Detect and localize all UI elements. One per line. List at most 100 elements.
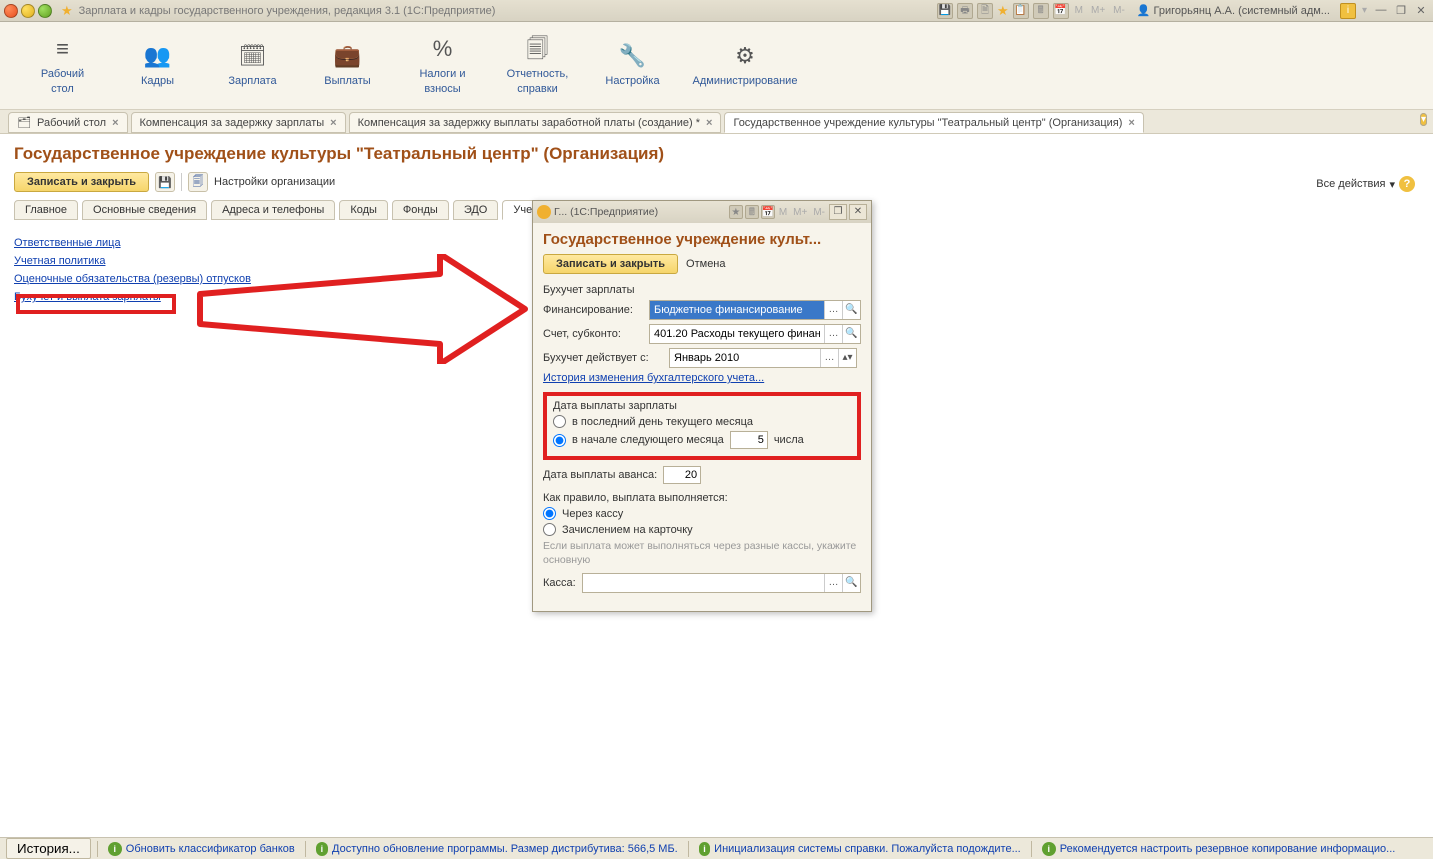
history-link[interactable]: История изменения бухгалтерского учета..… [543, 372, 764, 384]
status-message-1[interactable]: i Обновить классификатор банков [104, 842, 299, 856]
tab-organization[interactable]: Государственное учреждение культуры "Теа… [724, 112, 1143, 133]
account-input[interactable] [650, 325, 824, 343]
menu-icon: ≡ [56, 35, 69, 59]
search-icon[interactable]: 🔍 [842, 574, 860, 592]
subtab-codes[interactable]: Коды [339, 200, 388, 220]
cash-note: Если выплата может выполняться через раз… [543, 540, 861, 567]
section-pay-date: Дата выплаты зарплаты [553, 400, 851, 412]
tab-compensation-2[interactable]: Компенсация за задержку выплаты заработн… [349, 112, 722, 133]
dialog-save-close-button[interactable]: Записать и закрыть [543, 254, 678, 274]
subtab-main[interactable]: Главное [14, 200, 78, 220]
save-close-button[interactable]: Записать и закрыть [14, 172, 149, 192]
close-icon[interactable]: × [330, 117, 336, 129]
dialog-restore-button[interactable]: ❐ [829, 204, 847, 220]
ellipsis-icon[interactable]: … [824, 301, 842, 319]
financing-field[interactable]: … 🔍 [649, 300, 861, 320]
dialog-titlebar: Г... (1С:Предприятие) ★ 🖩 📅 M M+ M- ❐ ✕ [533, 201, 871, 223]
close-icon[interactable]: × [706, 117, 712, 129]
dropdown-icon[interactable]: ▾ [1360, 5, 1369, 16]
nav-desktop[interactable]: ≡Рабочий стол [15, 22, 110, 109]
tab-compensation-1[interactable]: Компенсация за задержку зарплаты × [131, 112, 346, 133]
people-icon: 👥 [144, 42, 171, 66]
ellipsis-icon[interactable]: … [820, 349, 838, 367]
search-icon[interactable]: 🔍 [842, 325, 860, 343]
main-nav: ≡Рабочий стол 👥Кадры 🗓Зарплата 💼Выплаты … [0, 22, 1433, 110]
nav-taxes[interactable]: %Налоги и взносы [395, 22, 490, 109]
favorite-icon[interactable]: ★ [997, 3, 1009, 19]
pay-day-input[interactable] [730, 431, 768, 449]
advance-day-input[interactable] [663, 466, 701, 484]
toolbar-doc-icon[interactable]: 🗎 [977, 3, 993, 19]
pages-icon: 🗐 [527, 35, 549, 59]
m-small: M [777, 207, 789, 218]
radio-last-day-input[interactable] [553, 415, 566, 428]
radio-card-input[interactable] [543, 523, 556, 536]
radio-via-cash[interactable]: Через кассу [543, 507, 861, 520]
dialog-cancel-button[interactable]: Отмена [686, 258, 725, 270]
radio-cash-input[interactable] [543, 507, 556, 520]
radio-last-day[interactable]: в последний день текущего месяца [553, 415, 851, 428]
window-minimize-button[interactable]: — [1373, 4, 1389, 18]
subtab-addresses[interactable]: Адреса и телефоны [211, 200, 335, 220]
search-icon[interactable]: 🔍 [842, 301, 860, 319]
close-icon[interactable]: × [1128, 117, 1134, 129]
tabs-overflow-icon[interactable]: ▾ [1420, 113, 1427, 127]
toolbar-calc-icon[interactable]: 🖩 [1033, 3, 1049, 19]
status-message-4[interactable]: i Рекомендуется настроить резервное копи… [1038, 842, 1427, 856]
financing-input[interactable] [650, 301, 824, 319]
star-icon[interactable]: ★ [61, 3, 73, 19]
kassa-field[interactable]: … 🔍 [582, 573, 861, 593]
help-icon[interactable]: ? [1399, 176, 1415, 192]
subtab-basic[interactable]: Основные сведения [82, 200, 207, 220]
window-close-button[interactable]: ✕ [1413, 4, 1429, 18]
radio-next-month[interactable]: в начале следующего месяца числа [553, 431, 851, 449]
ellipsis-icon[interactable]: … [824, 325, 842, 343]
org-settings-link[interactable]: Настройки организации [214, 176, 335, 188]
nav-payments[interactable]: 💼Выплаты [300, 22, 395, 109]
radio-next-month-input[interactable] [553, 434, 566, 447]
nav-reports[interactable]: 🗐Отчетность, справки [490, 22, 585, 109]
mplus-small: M+ [791, 207, 809, 218]
status-text: Инициализация системы справки. Пожалуйст… [714, 843, 1021, 855]
window-maximize-dot[interactable] [38, 4, 52, 18]
status-message-3[interactable]: i Инициализация системы справки. Пожалуй… [695, 842, 1025, 856]
toolbar-save-icon[interactable]: 💾 [937, 3, 953, 19]
radio-via-card[interactable]: Зачислением на карточку [543, 523, 861, 536]
user-name: Григорьянц А.А. (системный адм... [1154, 5, 1330, 17]
calendar-small-icon[interactable]: 📅 [761, 205, 775, 219]
all-actions-label: Все действия [1316, 178, 1385, 190]
kassa-input[interactable] [583, 574, 824, 592]
save-icon-button[interactable]: 💾 [155, 172, 175, 192]
status-message-2[interactable]: i Доступно обновление программы. Размер … [312, 842, 682, 856]
info-icon[interactable]: i [1340, 3, 1356, 19]
toolbar-clipboard-icon[interactable]: 📋 [1013, 3, 1029, 19]
app-title: Зарплата и кадры государственного учрежд… [79, 5, 496, 17]
dialog-close-button[interactable]: ✕ [849, 204, 867, 220]
close-icon[interactable]: × [112, 117, 118, 129]
window-restore-button[interactable]: ❐ [1393, 4, 1409, 18]
nav-label: Зарплата [228, 74, 276, 88]
nav-personnel[interactable]: 👥Кадры [110, 22, 205, 109]
all-actions-menu[interactable]: Все действия ▾ ? [1316, 176, 1415, 192]
tab-desktop[interactable]: 🗂 Рабочий стол × [8, 112, 128, 133]
subtab-funds[interactable]: Фонды [392, 200, 449, 220]
effective-input[interactable] [670, 349, 820, 367]
org-settings-icon[interactable]: 🗐 [188, 172, 208, 192]
user-label[interactable]: 👤 Григорьянц А.А. (системный адм... [1131, 4, 1336, 17]
effective-field[interactable]: … ▴▾ [669, 348, 857, 368]
status-text: Рекомендуется настроить резервное копиро… [1060, 843, 1396, 855]
window-minimize-dot[interactable] [21, 4, 35, 18]
spinner-icon[interactable]: ▴▾ [838, 349, 856, 367]
nav-administration[interactable]: ⚙Администрирование [680, 22, 810, 109]
toolbar-print-icon[interactable]: 🖶 [957, 3, 973, 19]
ellipsis-icon[interactable]: … [824, 574, 842, 592]
account-field[interactable]: … 🔍 [649, 324, 861, 344]
toolbar-calendar-icon[interactable]: 📅 [1053, 3, 1069, 19]
window-close-dot[interactable] [4, 4, 18, 18]
calc-small-icon[interactable]: 🖩 [745, 205, 759, 219]
history-button[interactable]: История... [6, 838, 91, 859]
nav-salary[interactable]: 🗓Зарплата [205, 22, 300, 109]
subtab-edo[interactable]: ЭДО [453, 200, 499, 220]
favorite-small-icon[interactable]: ★ [729, 205, 743, 219]
nav-settings[interactable]: 🔧Настройка [585, 22, 680, 109]
